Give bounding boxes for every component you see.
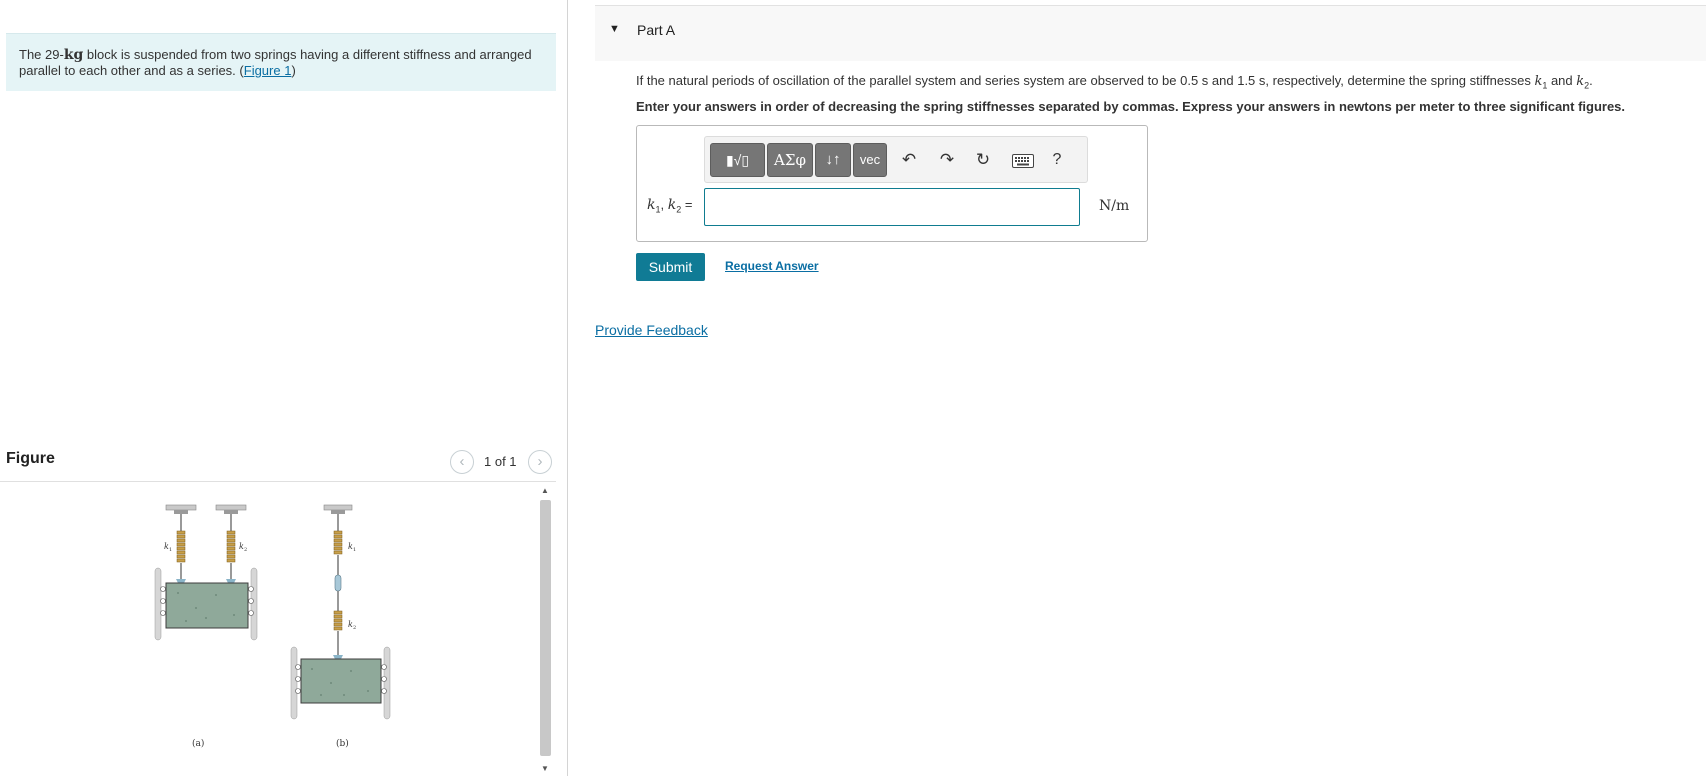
answer-instructions: Enter your answers in order of decreasin… (636, 99, 1626, 114)
problem-statement: The 29-kg block is suspended from two sp… (6, 33, 556, 91)
request-answer-link[interactable]: Request Answer (725, 259, 819, 273)
figure-scrollbar[interactable]: ▲ ▼ (538, 484, 552, 776)
figure-title: Figure (6, 450, 55, 467)
scroll-thumb[interactable] (540, 500, 551, 756)
svg-text:2: 2 (353, 625, 356, 631)
scroll-down-arrow-icon[interactable]: ▼ (538, 762, 552, 776)
caret-down-icon[interactable]: ▼ (609, 23, 620, 35)
panel-divider (567, 0, 568, 776)
submit-button[interactable]: Submit (636, 253, 705, 281)
undo-icon[interactable]: ↶ (897, 149, 921, 173)
svg-text:1: 1 (169, 547, 172, 553)
svg-text:1: 1 (353, 547, 356, 553)
answer-box: ▮√▯ ΑΣφ ↓↑ vec ↶ ↷ ↻ ? k1, k2 = N/m (636, 125, 1148, 242)
figure-link[interactable]: Figure 1 (244, 63, 292, 78)
svg-text:2: 2 (244, 547, 247, 553)
figure-image: k 1 k 2 (a) k 1 k 2 (b) (6, 483, 556, 776)
math-toolbar: ▮√▯ ΑΣφ ↓↑ vec ↶ ↷ ↻ ? (704, 136, 1088, 183)
help-button[interactable]: ? (1045, 149, 1069, 173)
chevron-right-icon: › (537, 453, 543, 470)
question-text: If the natural periods of oscillation of… (636, 73, 1593, 91)
templates-button[interactable]: ▮√▯ (710, 143, 765, 177)
chevron-left-icon: ‹ (459, 453, 465, 470)
mass-unit: kg (63, 47, 84, 63)
figure-prev-button[interactable]: ‹ (450, 450, 474, 474)
left-panel: The 29-kg block is suspended from two sp… (0, 0, 567, 776)
problem-text-before: The 29- (19, 47, 64, 62)
unit-label: N/m (1099, 198, 1130, 214)
answer-input[interactable] (704, 188, 1080, 226)
figure-next-button[interactable]: › (528, 450, 552, 474)
figure-header: Figure ‹ 1 of 1 › (0, 440, 556, 482)
reset-icon[interactable]: ↻ (971, 149, 995, 173)
provide-feedback-link[interactable]: Provide Feedback (595, 322, 708, 338)
subscript-superscript-button[interactable]: ↓↑ (815, 143, 851, 177)
answer-label: k1, k2 = (647, 197, 693, 215)
label-b: (b) (336, 738, 349, 749)
part-title: Part A (637, 22, 676, 38)
scroll-up-arrow-icon[interactable]: ▲ (538, 484, 552, 498)
redo-icon[interactable]: ↷ (935, 149, 959, 173)
diagram-a: k 1 k 2 (a) (154, 504, 258, 749)
spring-system-diagram: k 1 k 2 (a) k 1 k 2 (b) (154, 504, 391, 749)
diagram-b: k 1 k 2 (b) (290, 504, 391, 749)
problem-text-close: ) (291, 63, 296, 78)
label-a: (a) (192, 738, 204, 749)
figure-pager: 1 of 1 (484, 454, 517, 469)
vector-button[interactable]: vec (853, 143, 887, 177)
part-header[interactable]: ▼ Part A (595, 5, 1706, 61)
keyboard-icon[interactable] (1011, 149, 1035, 173)
greek-symbols-button[interactable]: ΑΣφ (767, 143, 813, 177)
